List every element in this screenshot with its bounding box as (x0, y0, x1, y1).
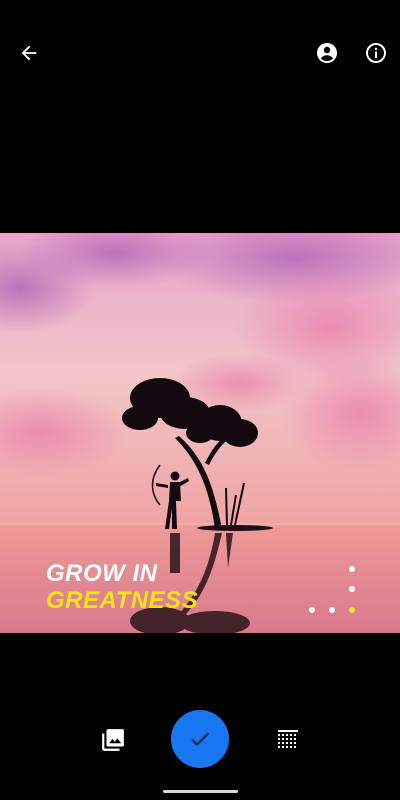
dot-grid-icon (278, 730, 298, 748)
headline-line-2: GREATNESS (46, 587, 199, 614)
confirm-button[interactable] (171, 710, 229, 768)
info-button[interactable] (361, 38, 391, 68)
dot-accent (349, 607, 355, 613)
decorative-dots (309, 566, 355, 613)
dot (349, 566, 355, 572)
gallery-button[interactable] (98, 726, 128, 754)
back-button[interactable] (14, 38, 44, 68)
info-icon (366, 43, 386, 63)
grid-button[interactable] (274, 726, 302, 754)
dot (329, 607, 335, 613)
check-icon (191, 732, 209, 746)
account-circle-icon (317, 43, 337, 63)
photo-library-icon (102, 729, 124, 751)
dot (309, 607, 315, 613)
dot (349, 586, 355, 592)
home-indicator[interactable] (163, 790, 238, 793)
headline-line-1: GROW IN (46, 560, 158, 587)
account-button[interactable] (312, 38, 342, 68)
arrow-back-icon (21, 45, 37, 61)
